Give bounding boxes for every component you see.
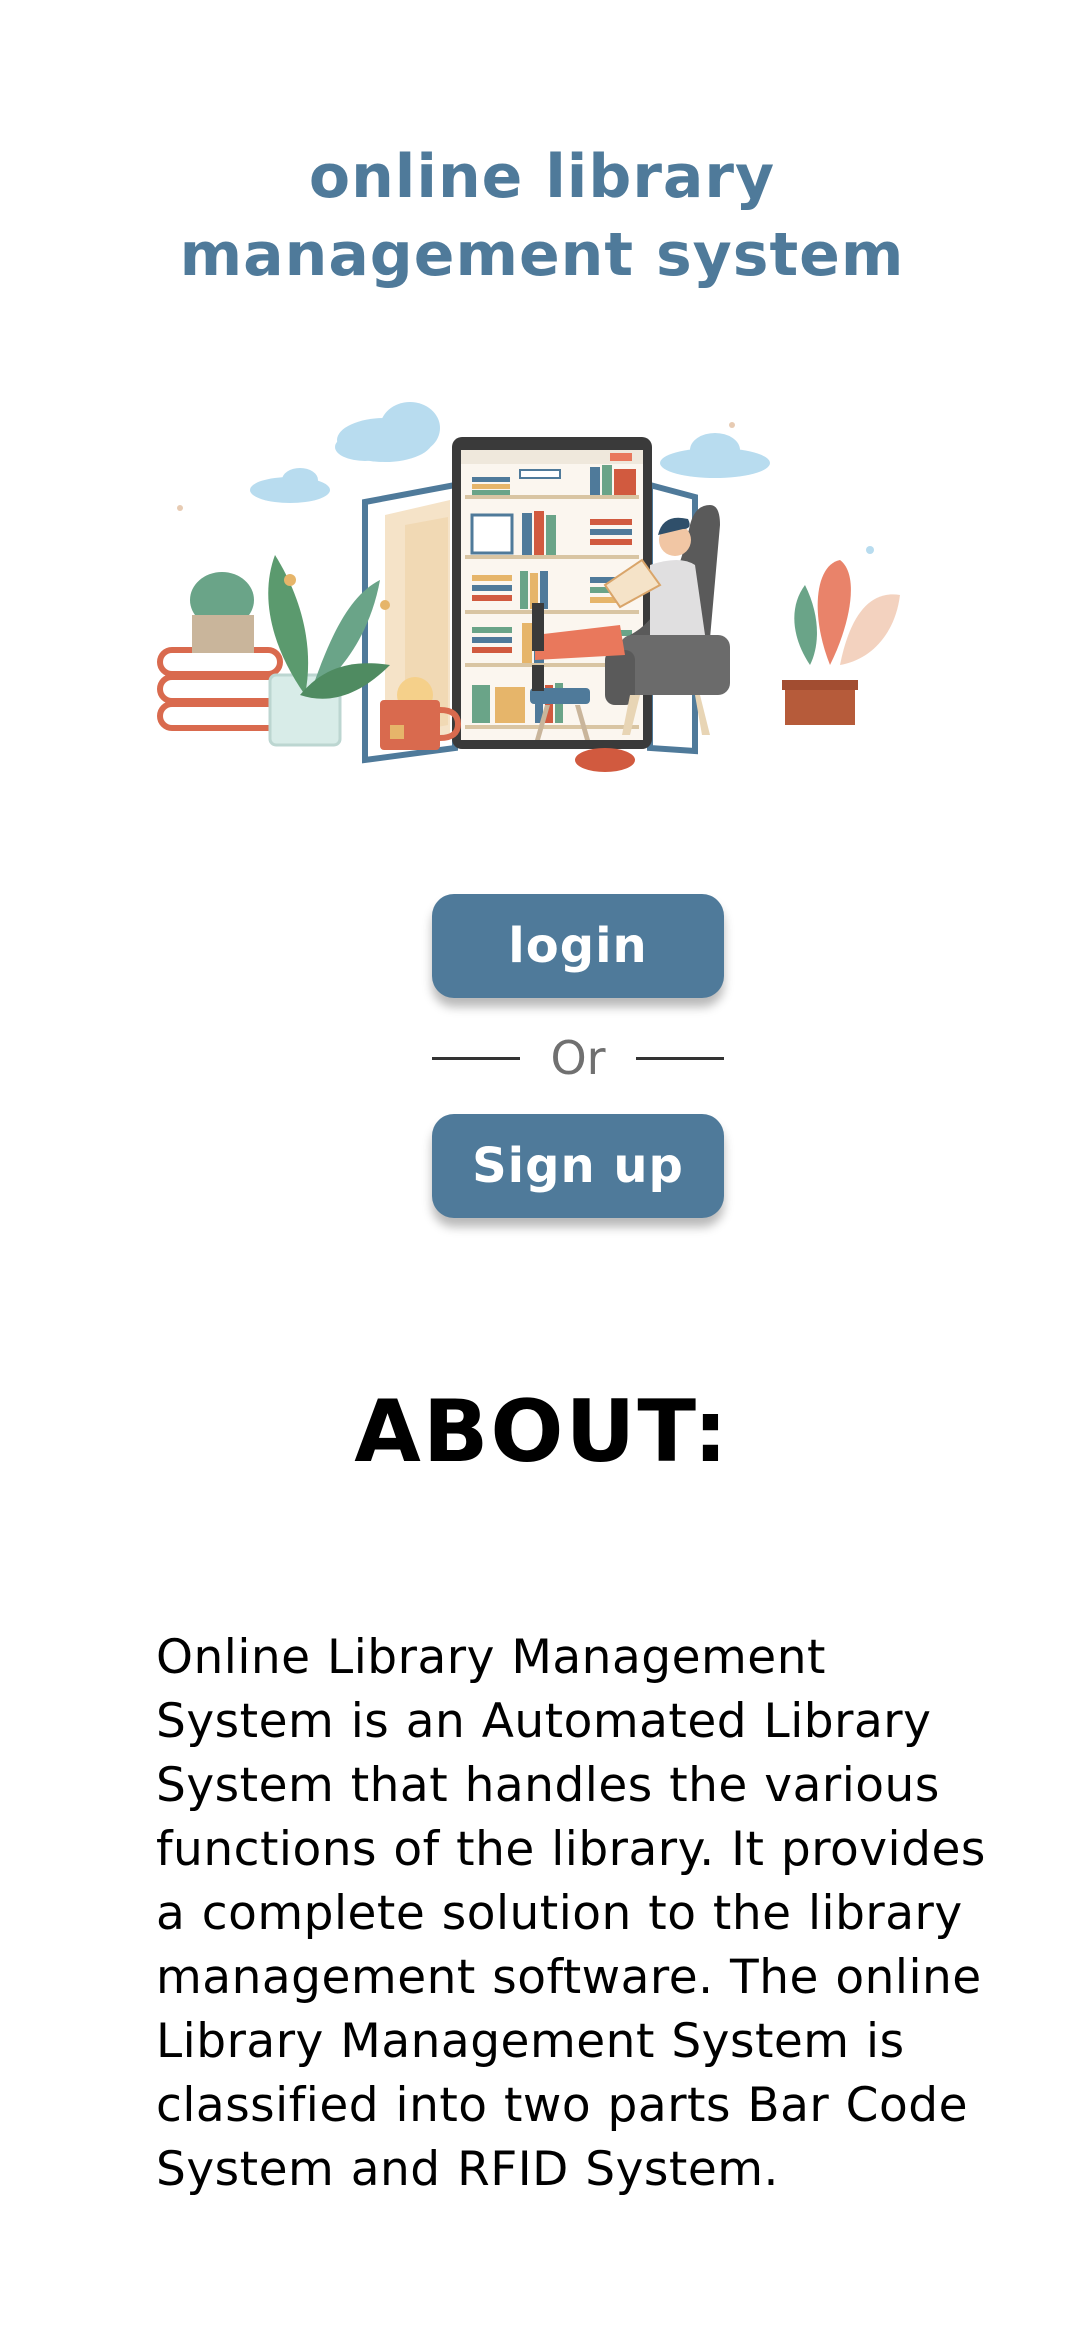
divider-line-left	[432, 1056, 520, 1060]
potted-plant-icon	[782, 560, 900, 725]
library-illustration	[157, 402, 900, 772]
login-button[interactable]: login	[432, 894, 724, 998]
divider-line-right	[636, 1056, 724, 1060]
about-heading: ABOUT:	[354, 1382, 730, 1482]
books-stack-icon	[157, 647, 283, 731]
signup-button[interactable]: Sign up	[432, 1114, 724, 1218]
or-divider: Or	[432, 1030, 724, 1086]
app-title-line-1: online library	[308, 142, 776, 212]
app-title-line-2: management system	[179, 220, 905, 290]
or-label: Or	[550, 1031, 606, 1085]
about-description: Online Library Management System is an A…	[156, 1630, 986, 2197]
app-title: online library management system	[0, 138, 1084, 294]
cactus-icon	[190, 572, 254, 653]
